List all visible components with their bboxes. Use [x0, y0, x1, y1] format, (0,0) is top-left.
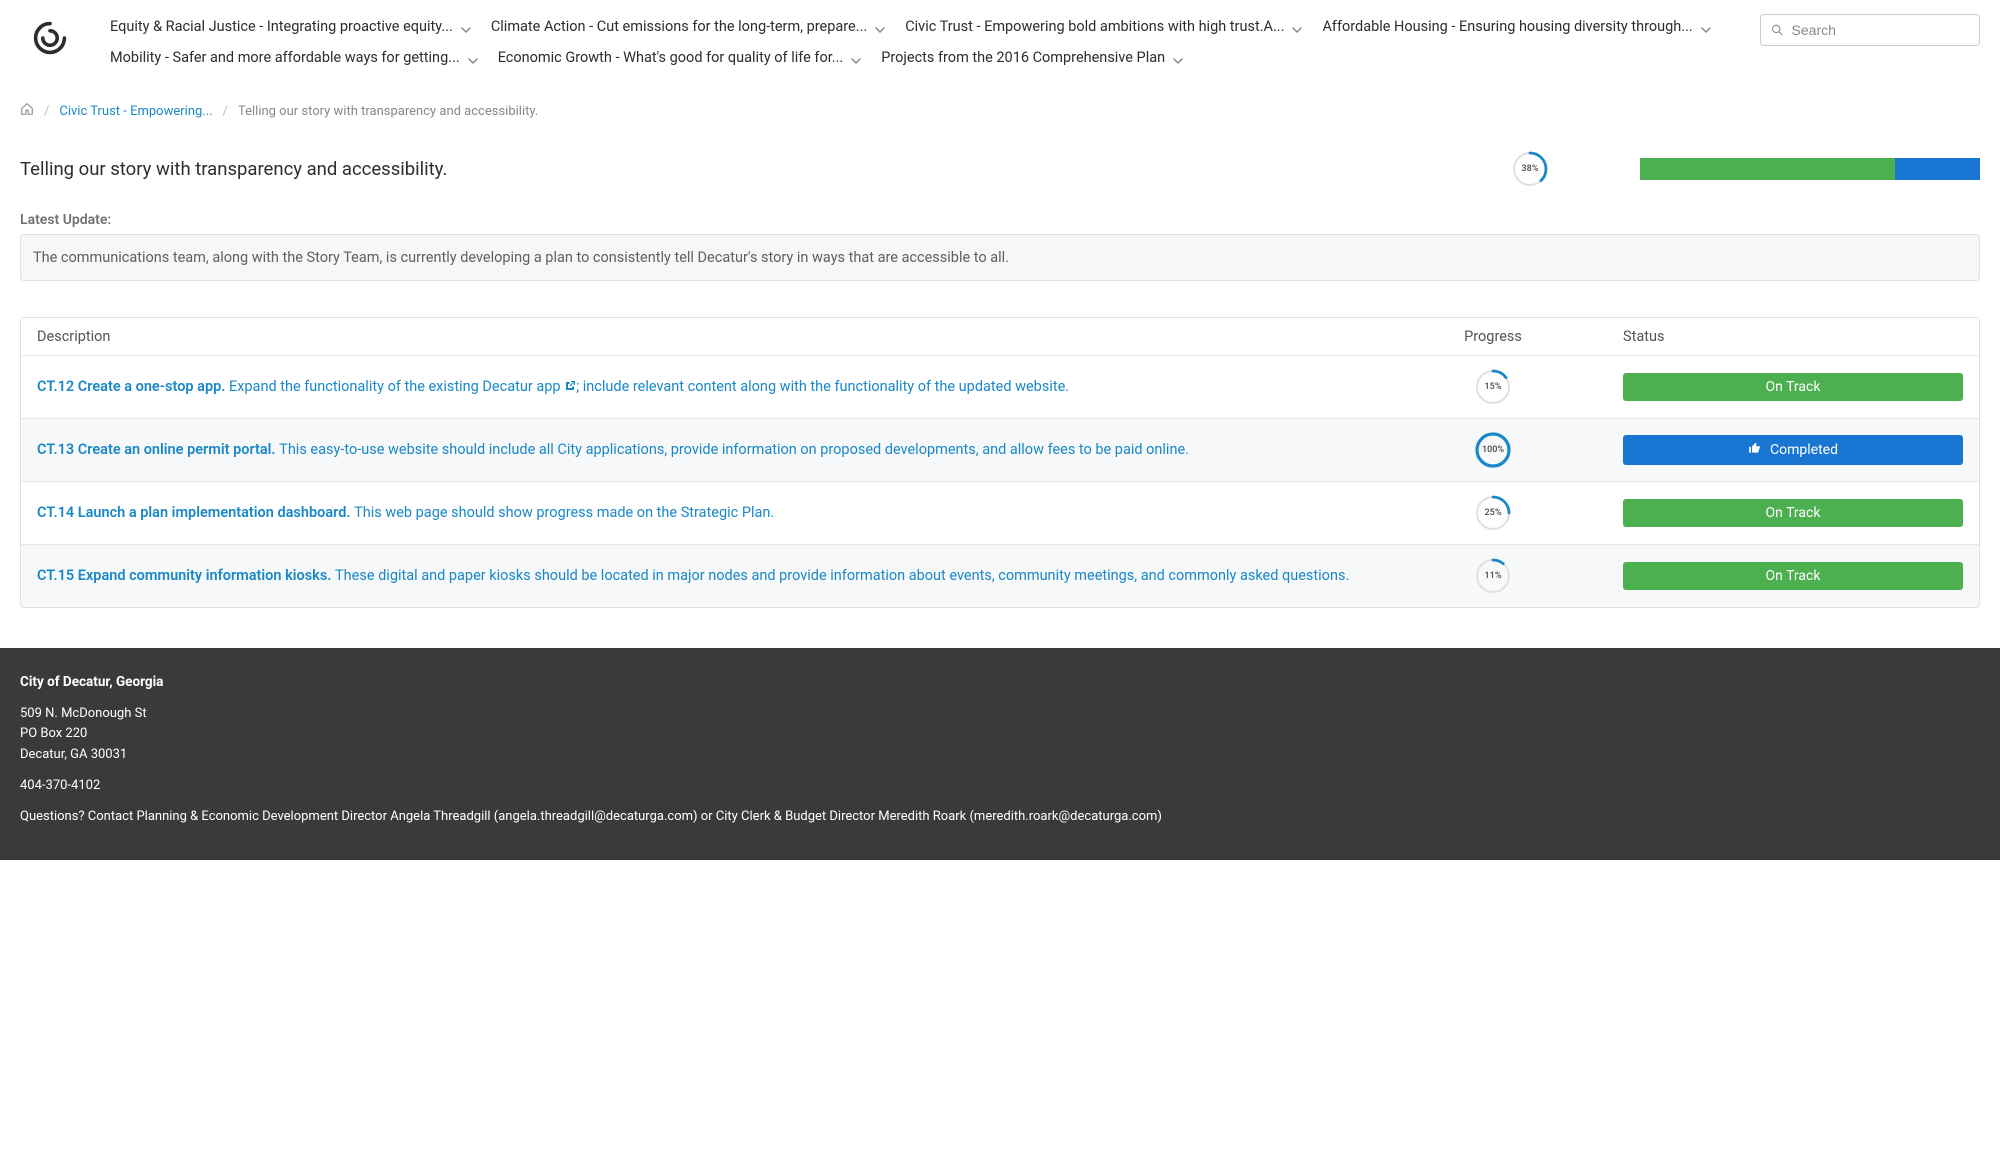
main-content: / Civic Trust - Empowering... / Telling … — [0, 78, 2000, 648]
row-body: These digital and paper kiosks should be… — [335, 567, 1349, 584]
nav-item[interactable]: Mobility - Safer and more affordable way… — [110, 45, 478, 70]
th-progress: Progress — [1423, 328, 1563, 345]
search-icon — [1771, 23, 1784, 37]
row-progress: 11% — [1423, 557, 1563, 595]
overall-progress-label: 38% — [1511, 150, 1549, 188]
nav-item-label: Economic Growth - What's good for qualit… — [498, 49, 844, 66]
title-row: Telling our story with transparency and … — [20, 150, 1980, 188]
thumbs-up-icon — [1748, 441, 1762, 459]
nav-item-label: Affordable Housing - Ensuring housing di… — [1322, 18, 1692, 35]
chevron-down-icon — [851, 53, 861, 63]
top-nav: Equity & Racial Justice - Integrating pr… — [110, 14, 1730, 70]
status-label: Completed — [1770, 442, 1838, 458]
overall-progress: 38% — [1490, 150, 1570, 188]
breadcrumb-home[interactable] — [20, 102, 34, 120]
row-title: Expand community information kiosks. — [78, 567, 335, 584]
row-progress-label: 11% — [1474, 557, 1512, 595]
row-status-cell: On Track — [1563, 562, 1963, 590]
nav-item-label: Mobility - Safer and more affordable way… — [110, 49, 460, 66]
footer-addr2: PO Box 220 — [20, 726, 1980, 743]
footer-title: City of Decatur, Georgia — [20, 674, 1980, 692]
row-description[interactable]: CT.15 Expand community information kiosk… — [37, 565, 1423, 586]
status-badge: On Track — [1623, 562, 1963, 590]
row-body: This web page should show progress made … — [354, 504, 774, 521]
nav-item[interactable]: Civic Trust - Empowering bold ambitions … — [905, 14, 1302, 39]
latest-update-label: Latest Update: — [20, 212, 1980, 228]
nav-item[interactable]: Climate Action - Cut emissions for the l… — [491, 14, 885, 39]
breadcrumb-sep: / — [223, 104, 228, 119]
table-row: CT.15 Expand community information kiosk… — [21, 544, 1979, 607]
row-title: Launch a plan implementation dashboard. — [78, 504, 354, 521]
footer-addr1: 509 N. McDonough St — [20, 706, 1980, 723]
chevron-down-icon — [468, 53, 478, 63]
breadcrumb-sep: / — [44, 104, 49, 119]
chevron-down-icon — [461, 22, 471, 32]
row-progress-label: 100% — [1474, 431, 1512, 469]
row-progress: 100% — [1423, 431, 1563, 469]
row-progress-label: 15% — [1474, 368, 1512, 406]
table-header: Description Progress Status — [21, 318, 1979, 355]
row-title: Create a one-stop app. — [78, 378, 229, 395]
th-status: Status — [1563, 328, 1963, 345]
row-status-cell: Completed — [1563, 435, 1963, 465]
nav-item[interactable]: Affordable Housing - Ensuring housing di… — [1322, 14, 1710, 39]
th-description: Description — [37, 328, 1423, 345]
home-icon — [20, 102, 34, 116]
search-input[interactable] — [1792, 22, 1969, 38]
row-code: CT.12 — [37, 378, 78, 395]
status-badge: On Track — [1623, 499, 1963, 527]
table-row: CT.13 Create an online permit portal. Th… — [21, 418, 1979, 481]
breadcrumb-current: Telling our story with transparency and … — [238, 104, 538, 119]
nav-item-label: Projects from the 2016 Comprehensive Pla… — [881, 49, 1165, 66]
footer-addr3: Decatur, GA 30031 — [20, 747, 1980, 764]
row-description[interactable]: CT.14 Launch a plan implementation dashb… — [37, 502, 1423, 523]
spiral-logo-icon — [32, 20, 68, 56]
table-row: CT.14 Launch a plan implementation dashb… — [21, 481, 1979, 544]
nav-item-label: Equity & Racial Justice - Integrating pr… — [110, 18, 453, 35]
breadcrumb-link[interactable]: Civic Trust - Empowering... — [59, 104, 212, 119]
nav-item[interactable]: Equity & Racial Justice - Integrating pr… — [110, 14, 471, 39]
table-row: CT.12 Create a one-stop app. Expand the … — [21, 355, 1979, 418]
row-status-cell: On Track — [1563, 499, 1963, 527]
row-title: Create an online permit portal. — [78, 441, 279, 458]
nav-item-label: Civic Trust - Empowering bold ambitions … — [905, 18, 1284, 35]
external-link-icon — [564, 377, 576, 389]
latest-update-box: The communications team, along with the … — [20, 234, 1980, 281]
row-progress-label: 25% — [1474, 494, 1512, 532]
status-badge: Completed — [1623, 435, 1963, 465]
footer-phone: 404-370-4102 — [20, 778, 1980, 795]
nav-item[interactable]: Projects from the 2016 Comprehensive Pla… — [881, 45, 1183, 70]
row-body: ; include relevant content along with th… — [576, 378, 1069, 395]
nav-item-label: Climate Action - Cut emissions for the l… — [491, 18, 867, 35]
chevron-down-icon — [875, 22, 885, 32]
footer-contact: Questions? Contact Planning & Economic D… — [20, 809, 1980, 826]
header: Equity & Racial Justice - Integrating pr… — [0, 0, 2000, 78]
logo[interactable] — [20, 14, 80, 56]
row-progress: 15% — [1423, 368, 1563, 406]
row-description[interactable]: CT.13 Create an online permit portal. Th… — [37, 439, 1423, 460]
row-code: CT.13 — [37, 441, 78, 458]
chevron-down-icon — [1701, 22, 1711, 32]
nav-item[interactable]: Economic Growth - What's good for qualit… — [498, 45, 862, 70]
row-body: This easy-to-use website should include … — [279, 441, 1189, 458]
row-code: CT.15 — [37, 567, 78, 584]
row-code: CT.14 — [37, 504, 78, 521]
chevron-down-icon — [1292, 22, 1302, 32]
row-status-cell: On Track — [1563, 373, 1963, 401]
projects-table: Description Progress Status CT.12 Create… — [20, 317, 1980, 608]
row-description[interactable]: CT.12 Create a one-stop app. Expand the … — [37, 376, 1423, 397]
status-label: On Track — [1766, 379, 1821, 395]
search-wrap — [1760, 14, 1980, 46]
status-label: On Track — [1766, 505, 1821, 521]
footer: City of Decatur, Georgia 509 N. McDonoug… — [0, 648, 2000, 860]
page-title: Telling our story with transparency and … — [20, 158, 1490, 180]
overall-status-bar — [1640, 158, 1980, 180]
row-progress: 25% — [1423, 494, 1563, 532]
chevron-down-icon — [1173, 53, 1183, 63]
search-field[interactable] — [1760, 14, 1980, 46]
status-label: On Track — [1766, 568, 1821, 584]
status-badge: On Track — [1623, 373, 1963, 401]
row-body: Expand the functionality of the existing… — [229, 378, 564, 395]
breadcrumb: / Civic Trust - Empowering... / Telling … — [20, 102, 1980, 120]
